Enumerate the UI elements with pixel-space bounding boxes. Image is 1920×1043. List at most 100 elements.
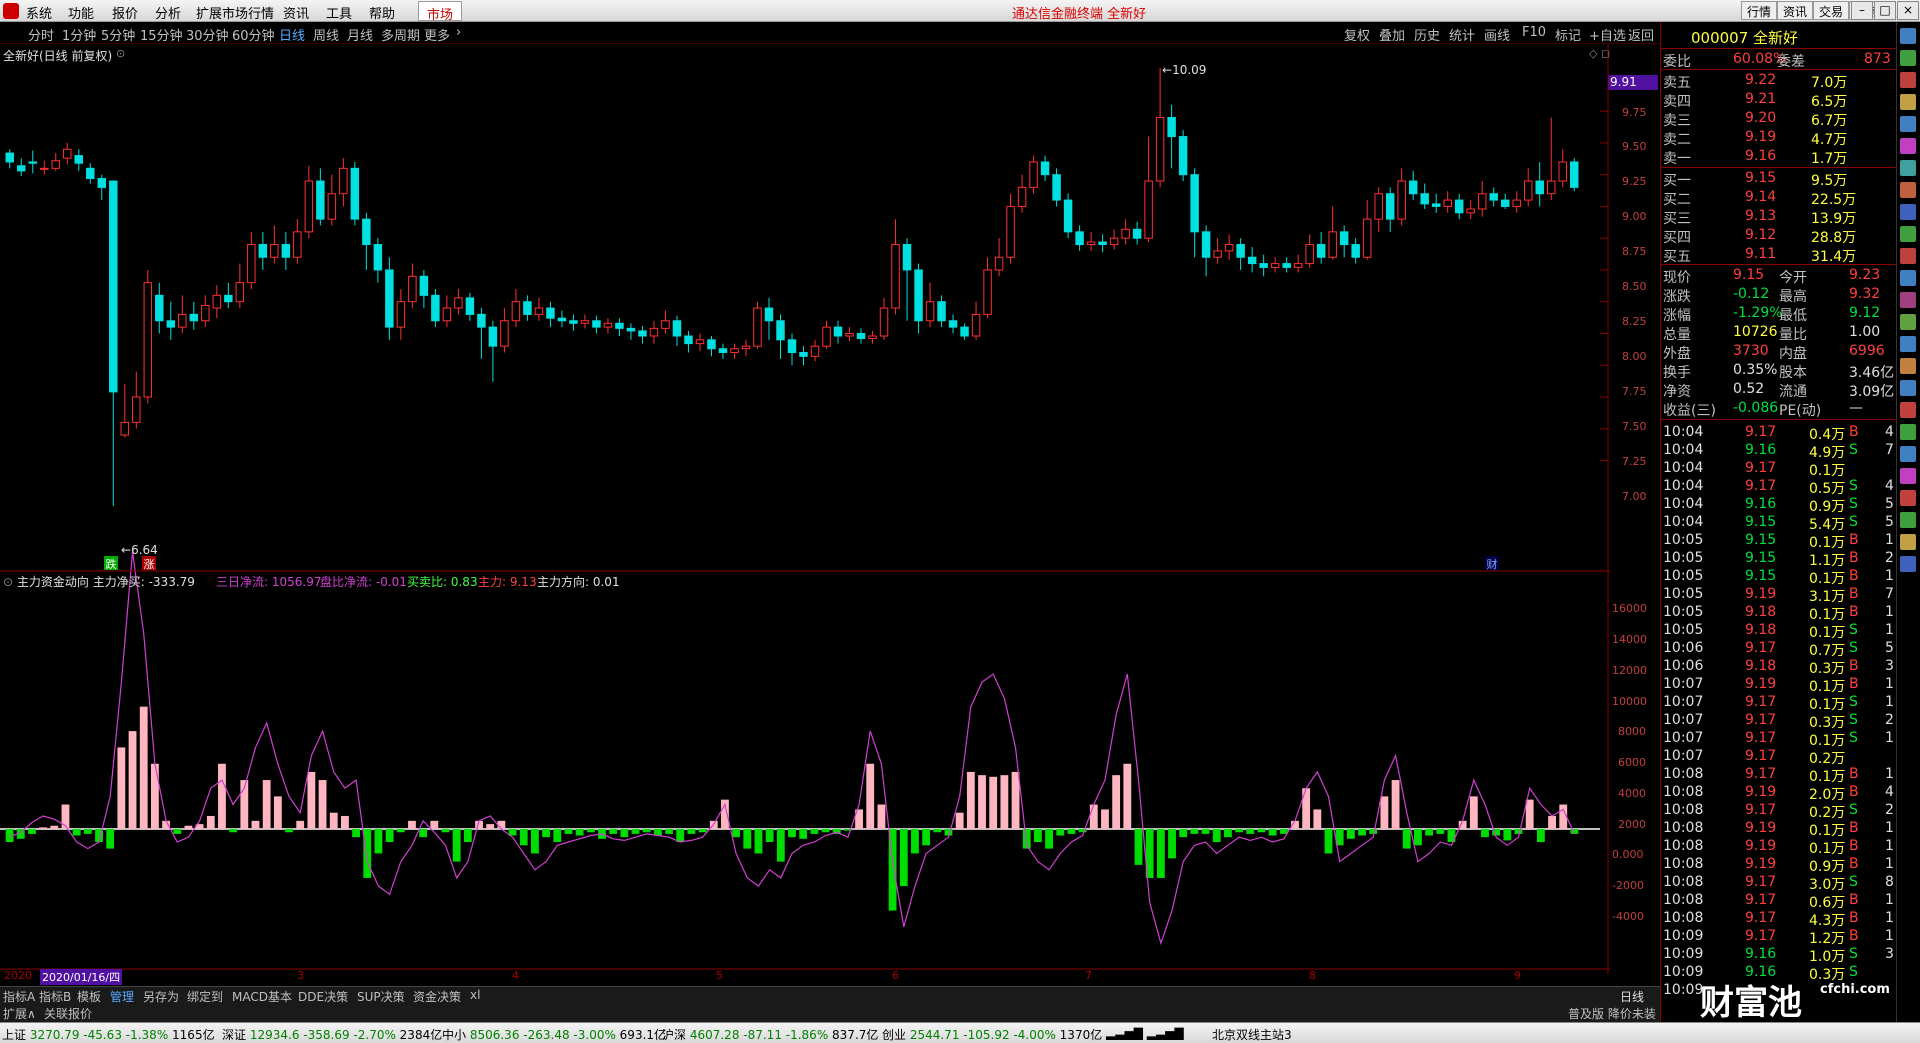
expand-toggle[interactable]: 扩展∧ — [3, 1005, 36, 1022]
menu-analysis[interactable]: 分析 — [155, 3, 181, 22]
sidebar-tool-icon[interactable] — [1900, 28, 1916, 44]
sidebar-tool-icon[interactable] — [1900, 314, 1916, 330]
candle-body — [592, 320, 601, 328]
sidebar-tool-icon[interactable] — [1900, 50, 1916, 66]
maximize-icon[interactable]: □ — [1874, 1, 1896, 20]
server-name[interactable]: 北京双线主站3 — [1212, 1026, 1292, 1043]
index-quote[interactable]: 深证 12934.6 -358.69 -2.70% 2384亿 — [222, 1026, 442, 1043]
sidebar-tool-icon[interactable] — [1900, 292, 1916, 308]
indicator-bar — [1313, 809, 1322, 829]
sidebar-tool-icon[interactable] — [1900, 182, 1916, 198]
period-5min[interactable]: 5分钟 — [101, 25, 135, 44]
tab-template[interactable]: 模板 — [77, 988, 101, 1005]
candle-body — [1167, 117, 1176, 138]
period-15min[interactable]: 15分钟 — [140, 25, 183, 44]
tool-overlay[interactable]: 叠加 — [1379, 25, 1405, 44]
tab-sup[interactable]: SUP决策 — [357, 988, 405, 1005]
indicator-bar — [609, 829, 618, 834]
period-multi[interactable]: 多周期 — [381, 25, 420, 44]
sidebar-tool-icon[interactable] — [1900, 490, 1916, 506]
tab-bind-to[interactable]: 绑定到 — [187, 988, 223, 1005]
menu-tools[interactable]: 工具 — [326, 3, 352, 22]
indicator-name[interactable]: 主力资金动向 — [17, 575, 89, 589]
cai-marker[interactable]: 财 — [1485, 556, 1499, 571]
menu-quote[interactable]: 报价 — [112, 3, 138, 22]
sidebar-tool-icon[interactable] — [1900, 204, 1916, 220]
period-more[interactable]: 更多 — [424, 25, 450, 44]
tool-back[interactable]: 返回 — [1628, 25, 1654, 44]
sidebar-tool-icon[interactable] — [1900, 512, 1916, 528]
tab-xl[interactable]: xl — [470, 988, 480, 1002]
sidebar-tool-icon[interactable] — [1900, 556, 1916, 572]
tool-f10[interactable]: F10 — [1522, 25, 1546, 40]
tab-manage[interactable]: 管理 — [110, 988, 134, 1005]
quote-panel: 000007 全新好 委比 60.08% 委差 873 卖五 9.22 7.0万 卖四… — [1660, 22, 1897, 1022]
menu-help[interactable]: 帮助 — [369, 3, 395, 22]
market-button[interactable]: 市场 — [418, 1, 463, 23]
period-monthly[interactable]: 月线 — [347, 25, 373, 44]
sidebar-tool-icon[interactable] — [1900, 226, 1916, 242]
period-weekly[interactable]: 周线 — [313, 25, 339, 44]
sidebar-tool-icon[interactable] — [1900, 424, 1916, 440]
die-marker[interactable]: 跌 — [104, 556, 118, 571]
index-quote[interactable]: 创业 2544.71 -105.92 -4.00% 1370亿 — [882, 1026, 1102, 1043]
sidebar-tool-icon[interactable] — [1900, 94, 1916, 110]
tool-history[interactable]: 历史 — [1414, 25, 1440, 44]
sidebar-tool-icon[interactable] — [1900, 138, 1916, 154]
index-quote[interactable]: 沪深 4607.28 -87.11 -1.86% 837.7亿 — [662, 1026, 878, 1043]
sidebar-tool-icon[interactable] — [1900, 380, 1916, 396]
minimize-icon[interactable]: – — [1851, 1, 1873, 20]
bid-price: 9.13 — [1745, 208, 1777, 224]
tab-indicator-b[interactable]: 指标B — [39, 988, 71, 1005]
candle-body — [86, 167, 95, 179]
sidebar-tool-icon[interactable] — [1900, 270, 1916, 286]
sidebar-tool-icon[interactable] — [1900, 402, 1916, 418]
sidebar-tool-icon[interactable] — [1900, 160, 1916, 176]
period-label: 日线 — [1620, 990, 1645, 1004]
close-icon[interactable]: × — [1897, 1, 1919, 20]
tool-draw[interactable]: 画线 — [1484, 25, 1510, 44]
trade-tab-button[interactable]: 交易 — [1813, 1, 1850, 20]
tab-indicator-a[interactable]: 指标A — [3, 988, 35, 1005]
menu-system[interactable]: 系统 — [26, 3, 52, 22]
period-fenshi[interactable]: 分时 — [28, 25, 54, 44]
tool-stats[interactable]: 统计 — [1449, 25, 1475, 44]
index-quote[interactable]: 中小 8506.36 -263.48 -3.00% 693.1亿 — [442, 1026, 666, 1043]
indicator-settings-icon[interactable]: ⊙ — [3, 575, 13, 589]
indicator-bar — [329, 812, 338, 829]
tab-dde[interactable]: DDE决策 — [298, 988, 348, 1005]
related-quote[interactable]: 关联报价 — [44, 1005, 92, 1022]
menu-news[interactable]: 资讯 — [283, 3, 309, 22]
period-daily[interactable]: 日线 — [279, 25, 305, 44]
zhang-marker[interactable]: 涨 — [142, 556, 156, 571]
candle-body — [879, 307, 889, 337]
tool-mark[interactable]: 标记 — [1555, 25, 1581, 44]
index-quote[interactable]: 上证 3270.79 -45.63 -1.38% 1165亿 — [2, 1026, 215, 1043]
tool-fuquan[interactable]: 复权 — [1344, 25, 1370, 44]
tab-fund[interactable]: 资金决策 — [413, 988, 461, 1005]
tab-macd[interactable]: MACD基本 — [232, 988, 292, 1005]
kline-chart[interactable] — [0, 44, 1610, 974]
tab-save-as[interactable]: 另存为 — [143, 988, 179, 1005]
period-60min[interactable]: 60分钟 — [232, 25, 275, 44]
quote-tab-button[interactable]: 行情 — [1741, 1, 1778, 20]
sidebar-tool-icon[interactable] — [1900, 336, 1916, 352]
indicator-bar — [911, 829, 919, 854]
more-chevron-icon[interactable]: › — [456, 25, 461, 40]
sidebar-tool-icon[interactable] — [1900, 358, 1916, 374]
sidebar-tool-icon[interactable] — [1900, 248, 1916, 264]
period-30min[interactable]: 30分钟 — [186, 25, 229, 44]
news-tab-button[interactable]: 资讯 — [1777, 1, 1814, 20]
period-1min[interactable]: 1分钟 — [62, 25, 96, 44]
menu-ext-market[interactable]: 扩展市场行情 — [196, 3, 274, 22]
tool-add-watch[interactable]: +自选 — [1589, 25, 1626, 44]
sidebar-tool-icon[interactable] — [1900, 446, 1916, 462]
ask-volume: 6.5万 — [1811, 94, 1848, 110]
sidebar-tool-icon[interactable] — [1900, 116, 1916, 132]
sidebar-tool-icon[interactable] — [1900, 72, 1916, 88]
sidebar-tool-icon[interactable] — [1900, 468, 1916, 484]
tick-price: 9.19 — [1745, 586, 1777, 602]
tick-price: 9.17 — [1745, 730, 1777, 746]
sidebar-tool-icon[interactable] — [1900, 534, 1916, 550]
menu-function[interactable]: 功能 — [68, 3, 94, 22]
